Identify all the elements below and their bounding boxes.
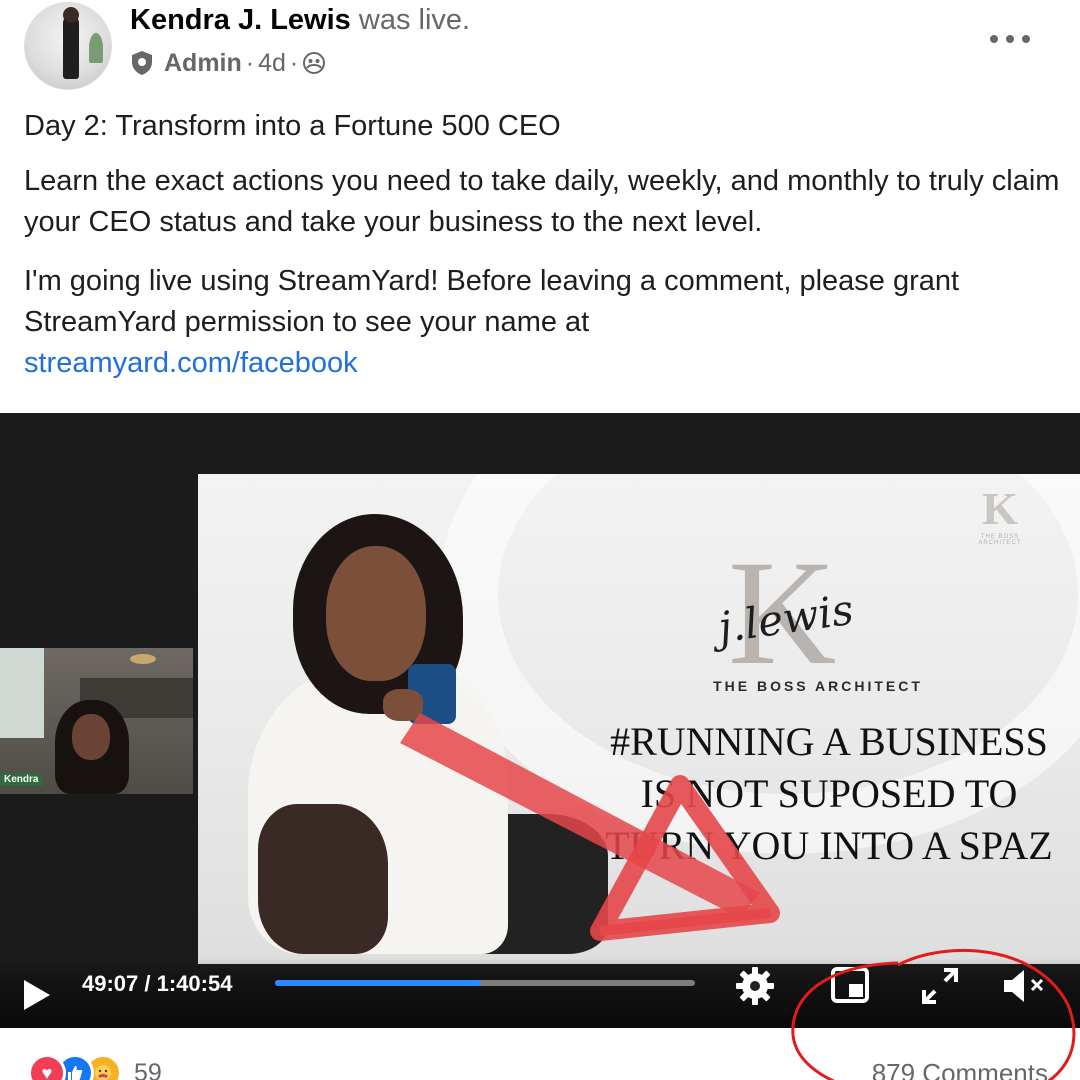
video-controls-bar: 49:07 / 1:40:54 <box>0 958 1080 1028</box>
reaction-count[interactable]: 59 <box>134 1059 162 1080</box>
fullscreen-icon[interactable] <box>918 964 962 1013</box>
admin-shield-icon <box>130 50 154 76</box>
red-arrow-annotation <box>400 713 780 941</box>
video-time-display: 49:07 / 1:40:54 <box>82 971 233 996</box>
post-timestamp[interactable]: 4d <box>258 49 286 78</box>
comments-count-link[interactable]: 879 Comments <box>872 1058 1048 1080</box>
avatar-head-shape <box>63 7 79 23</box>
live-status-text: was live. <box>358 4 471 36</box>
muted-volume-icon[interactable] <box>1000 964 1050 1013</box>
avatar-figure-shape <box>63 15 79 79</box>
play-icon[interactable] <box>22 978 52 1017</box>
author-avatar[interactable] <box>24 2 112 90</box>
video-progress-bar[interactable] <box>275 980 695 986</box>
more-options-icon[interactable] <box>990 24 1030 54</box>
author-name-link[interactable]: Kendra J. Lewis <box>130 4 351 36</box>
post-footer: ♥ 59 879 Comments <box>0 1028 1080 1080</box>
love-reaction-icon: ♥ <box>28 1054 66 1080</box>
avatar-plant-shape <box>89 33 103 63</box>
streamyard-text: I'm going live using StreamYard! Before … <box>24 265 960 338</box>
audience-group-icon[interactable] <box>302 51 326 75</box>
video-progress-fill <box>275 980 481 986</box>
post-header: Kendra J. Lewis was live. Admin · 4d · <box>0 0 1080 100</box>
streamyard-notice: I'm going live using StreamYard! Before … <box>24 261 1064 384</box>
streamyard-link[interactable]: streamyard.com/facebook <box>24 347 358 379</box>
reactions-summary[interactable]: ♥ 59 <box>28 1054 162 1080</box>
live-video-player[interactable]: K THE BOSS ARCHITECT K j.lewis THE BOSS … <box>0 413 1080 1028</box>
picture-in-picture-icon[interactable] <box>829 964 871 1011</box>
settings-gear-icon[interactable] <box>733 964 777 1013</box>
post-meta: Admin · 4d · <box>130 46 326 80</box>
post-paragraph: Learn the exact actions you need to take… <box>24 165 1060 238</box>
admin-badge[interactable]: Admin <box>164 49 242 78</box>
post-title-line: Day 2: Transform into a Fortune 500 CEO <box>24 110 561 142</box>
meta-separator: · <box>289 48 299 77</box>
author-line: Kendra J. Lewis was live. <box>130 2 470 38</box>
meta-separator: · <box>245 48 255 77</box>
post-body: Day 2: Transform into a Fortune 500 CEO … <box>24 106 1064 402</box>
